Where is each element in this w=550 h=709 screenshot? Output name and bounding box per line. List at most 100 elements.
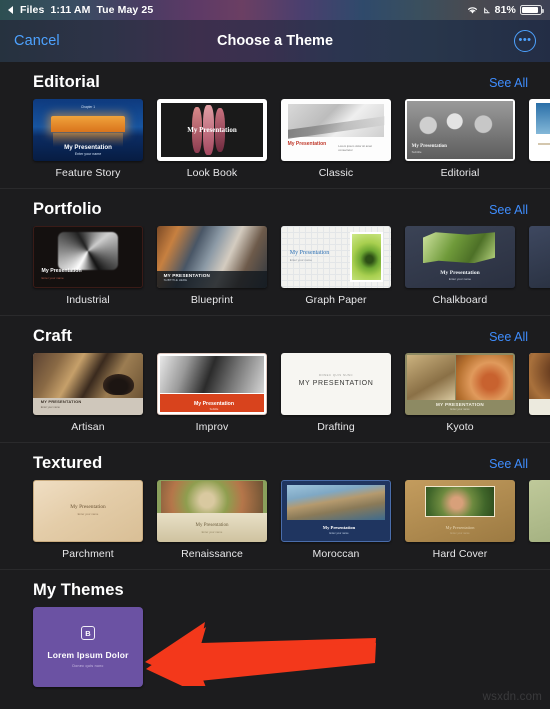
- theme-thumbnail-parchment[interactable]: My Presentation Enter your name: [33, 480, 143, 542]
- see-all-link-craft[interactable]: See All: [489, 330, 528, 344]
- theme-thumbnail-hard-cover[interactable]: My Presentation Enter your name: [405, 480, 515, 542]
- navigation-bar: Cancel Choose a Theme •••: [0, 20, 550, 62]
- theme-thumbnail-partial[interactable]: [529, 353, 550, 415]
- theme-cell-parchment[interactable]: My Presentation Enter your name Parchmen…: [33, 480, 143, 560]
- theme-cell-partial-editorial[interactable]: [529, 99, 550, 179]
- see-all-link-editorial[interactable]: See All: [489, 76, 528, 90]
- theme-badge-icon: B: [81, 626, 95, 640]
- theme-thumbnail-industrial[interactable]: My Presentation Enter your name: [33, 226, 143, 288]
- theme-name-label: Drafting: [317, 421, 355, 433]
- cancel-button[interactable]: Cancel: [14, 33, 60, 49]
- slide-title: My Presentation: [289, 249, 330, 256]
- slide-title: MY PRESENTATION: [436, 401, 484, 407]
- children-photo-graphic: [407, 101, 513, 159]
- theme-cell-drafting[interactable]: DONEC QUIS NUNC MY PRESENTATION Drafting: [281, 353, 391, 433]
- theme-thumbnail-kyoto[interactable]: MY PRESENTATION Enter your name: [405, 353, 515, 415]
- theme-name-label: Moroccan: [312, 548, 360, 560]
- theme-cell-renaissance[interactable]: My Presentation Enter your name Renaissa…: [157, 480, 267, 560]
- theme-cell-look-book[interactable]: My Presentation Look Book: [157, 99, 267, 179]
- theme-thumbnail-partial[interactable]: [529, 99, 550, 161]
- theme-name-label: Artisan: [71, 421, 105, 433]
- theme-name-label: Hard Cover: [432, 548, 488, 560]
- theme-thumbnail-chalkboard[interactable]: My Presentation Enter your name: [405, 226, 515, 288]
- theme-row-portfolio: My Presentation Enter your name Industri…: [0, 226, 550, 310]
- back-arrow-icon[interactable]: [8, 6, 13, 14]
- theme-cell-chalkboard[interactable]: My Presentation Enter your name Chalkboa…: [405, 226, 515, 306]
- slide-subtitle: Subtitle: [209, 408, 219, 411]
- theme-name-label: Feature Story: [55, 167, 121, 179]
- slide-title: My Presentation: [440, 269, 480, 276]
- theme-cell-lorem-ipsum-dolor[interactable]: B Lorem Ipsum Dolor Donec quis nunc: [33, 607, 143, 687]
- theme-cell-hard-cover[interactable]: My Presentation Enter your name Hard Cov…: [405, 480, 515, 560]
- theme-cell-improv[interactable]: My Presentation Subtitle Improv: [157, 353, 267, 433]
- left-photo-graphic: [407, 355, 456, 400]
- portrait-photo-graphic: [424, 486, 496, 518]
- theme-thumbnail-classic[interactable]: My Presentation Lorem ipsum dolor sit am…: [281, 99, 391, 161]
- hands-photo-graphic: [160, 356, 264, 394]
- theme-thumbnail-partial[interactable]: [529, 480, 550, 542]
- slide-title: My Presentation: [64, 144, 112, 152]
- theme-name-label: Look Book: [186, 167, 238, 179]
- slide-subtitle: Enter your name: [201, 529, 223, 534]
- metal-swirl-graphic: [57, 231, 119, 271]
- slide-title: My Presentation: [322, 525, 356, 531]
- slide-subtitle: Enter your name: [450, 408, 470, 412]
- theme-thumbnail-editorial[interactable]: My Presentation Subtitle: [405, 99, 515, 161]
- theme-cell-partial-portfolio[interactable]: [529, 226, 550, 306]
- theme-thumbnail-improv[interactable]: My Presentation Subtitle: [157, 353, 267, 415]
- rule-line: [537, 142, 550, 145]
- section-title: Textured: [33, 454, 103, 472]
- theme-chooser-scroll-area[interactable]: Editorial See All Chapter 1 My Presentat…: [0, 62, 550, 709]
- pottery-photo-graphic: [33, 353, 143, 398]
- theme-thumbnail-drafting[interactable]: DONEC QUIS NUNC MY PRESENTATION: [281, 353, 391, 415]
- theme-thumbnail-blueprint[interactable]: MY PRESENTATION SUBTITLE HERE: [157, 226, 267, 288]
- status-bar-left: Files 1:11 AM Tue May 25: [8, 4, 153, 16]
- theme-cell-partial-textured[interactable]: [529, 480, 550, 560]
- rotation-lock-icon: ⊾: [483, 4, 491, 15]
- theme-name-label: Classic: [318, 167, 354, 179]
- theme-cell-editorial[interactable]: My Presentation Subtitle Editorial: [405, 99, 515, 179]
- theme-cell-blueprint[interactable]: MY PRESENTATION SUBTITLE HERE Blueprint: [157, 226, 267, 306]
- inner-slide: My Presentation: [161, 103, 263, 157]
- status-date: Tue May 25: [96, 4, 154, 16]
- battery-icon: [520, 5, 544, 15]
- section-title: Craft: [33, 327, 73, 345]
- theme-cell-feature-story[interactable]: Chapter 1 My Presentation Enter your nam…: [33, 99, 143, 179]
- slide-title: My Presentation: [41, 268, 82, 275]
- theme-thumbnail-feature-story[interactable]: Chapter 1 My Presentation Enter your nam…: [33, 99, 143, 161]
- theme-thumbnail-renaissance[interactable]: My Presentation Enter your name: [157, 480, 267, 542]
- theme-thumbnail-artisan[interactable]: MY PRESENTATION Enter your name: [33, 353, 143, 415]
- slide-subtitle: DONEC QUIS NUNC: [318, 373, 354, 378]
- theme-cell-partial-craft[interactable]: [529, 353, 550, 433]
- theme-thumbnail-moroccan[interactable]: My Presentation Enter your name: [281, 480, 391, 542]
- theme-cell-moroccan[interactable]: My Presentation Enter your name Moroccan: [281, 480, 391, 560]
- theme-cell-artisan[interactable]: MY PRESENTATION Enter your name Artisan: [33, 353, 143, 433]
- theme-thumbnail-lorem-ipsum-dolor[interactable]: B Lorem Ipsum Dolor Donec quis nunc: [33, 607, 143, 687]
- see-all-link-portfolio[interactable]: See All: [489, 203, 528, 217]
- theme-thumbnail-look-book[interactable]: My Presentation: [157, 99, 267, 161]
- status-bar-right: ⊾ 81%: [466, 4, 544, 16]
- more-options-button[interactable]: •••: [514, 30, 536, 52]
- theme-name-label: Editorial: [440, 167, 480, 179]
- theme-thumbnail-graph-paper[interactable]: My Presentation Enter your name: [281, 226, 391, 288]
- back-app-label[interactable]: Files: [20, 4, 44, 16]
- wifi-icon: [468, 7, 477, 14]
- slide-subtitle: SUBTITLE HERE: [163, 278, 188, 283]
- slide-title: MY PRESENTATION: [298, 380, 374, 388]
- photo-graphic: [535, 102, 550, 134]
- slide-subtitle: Enter your name: [40, 405, 60, 409]
- theme-cell-industrial[interactable]: My Presentation Enter your name Industri…: [33, 226, 143, 306]
- slide-title: My Presentation: [411, 143, 447, 149]
- slide-subtitle: Enter your name: [41, 275, 64, 280]
- slide-title: MY PRESENTATION: [163, 273, 210, 279]
- theme-cell-kyoto[interactable]: MY PRESENTATION Enter your name Kyoto: [405, 353, 515, 433]
- slide-title: Lorem Ipsum Dolor: [47, 650, 129, 660]
- theme-thumbnail-partial[interactable]: [529, 226, 550, 288]
- theme-cell-classic[interactable]: My Presentation Lorem ipsum dolor sit am…: [281, 99, 391, 179]
- section-header: My Themes: [0, 570, 550, 607]
- theme-cell-graph-paper[interactable]: My Presentation Enter your name Graph Pa…: [281, 226, 391, 306]
- slide-subtitle: Enter your name: [77, 512, 99, 517]
- see-all-link-textured[interactable]: See All: [489, 457, 528, 471]
- theme-row-textured: My Presentation Enter your name Parchmen…: [0, 480, 550, 564]
- section-craft: Craft See All MY PRESENTATION Enter your…: [0, 315, 550, 442]
